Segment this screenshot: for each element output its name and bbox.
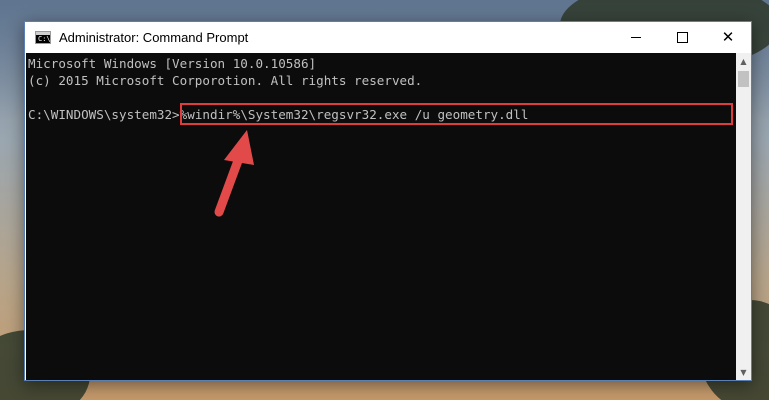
vertical-scrollbar[interactable]: ▲ ▼ bbox=[736, 53, 751, 380]
scroll-up-button[interactable]: ▲ bbox=[736, 53, 751, 69]
command-highlight-box bbox=[180, 103, 733, 125]
minimize-icon bbox=[631, 37, 641, 38]
scroll-down-icon: ▼ bbox=[740, 367, 747, 377]
command-prompt-icon[interactable]: C:\ bbox=[35, 31, 51, 44]
window-title: Administrator: Command Prompt bbox=[59, 30, 249, 45]
close-button[interactable]: ✕ bbox=[705, 22, 751, 53]
scroll-down-button[interactable]: ▼ bbox=[736, 364, 751, 380]
maximize-button[interactable] bbox=[659, 22, 705, 53]
maximize-icon bbox=[676, 32, 688, 43]
console-prompt: C:\WINDOWS\system32> bbox=[28, 107, 180, 122]
minimize-button[interactable] bbox=[613, 22, 659, 53]
console-output[interactable]: Microsoft Windows [Version 10.0.10586] (… bbox=[26, 53, 736, 380]
close-icon: ✕ bbox=[721, 28, 735, 46]
title-bar[interactable]: C:\ Administrator: Command Prompt ✕ bbox=[25, 22, 751, 53]
console-line-copyright: (c) 2015 Microsoft Corporotion. All righ… bbox=[28, 73, 423, 88]
console-line-version: Microsoft Windows [Version 10.0.10586] bbox=[28, 56, 317, 71]
scroll-thumb[interactable] bbox=[738, 71, 749, 87]
scroll-up-icon: ▲ bbox=[740, 56, 747, 66]
command-prompt-window: C:\ Administrator: Command Prompt ✕ Micr… bbox=[24, 21, 752, 381]
